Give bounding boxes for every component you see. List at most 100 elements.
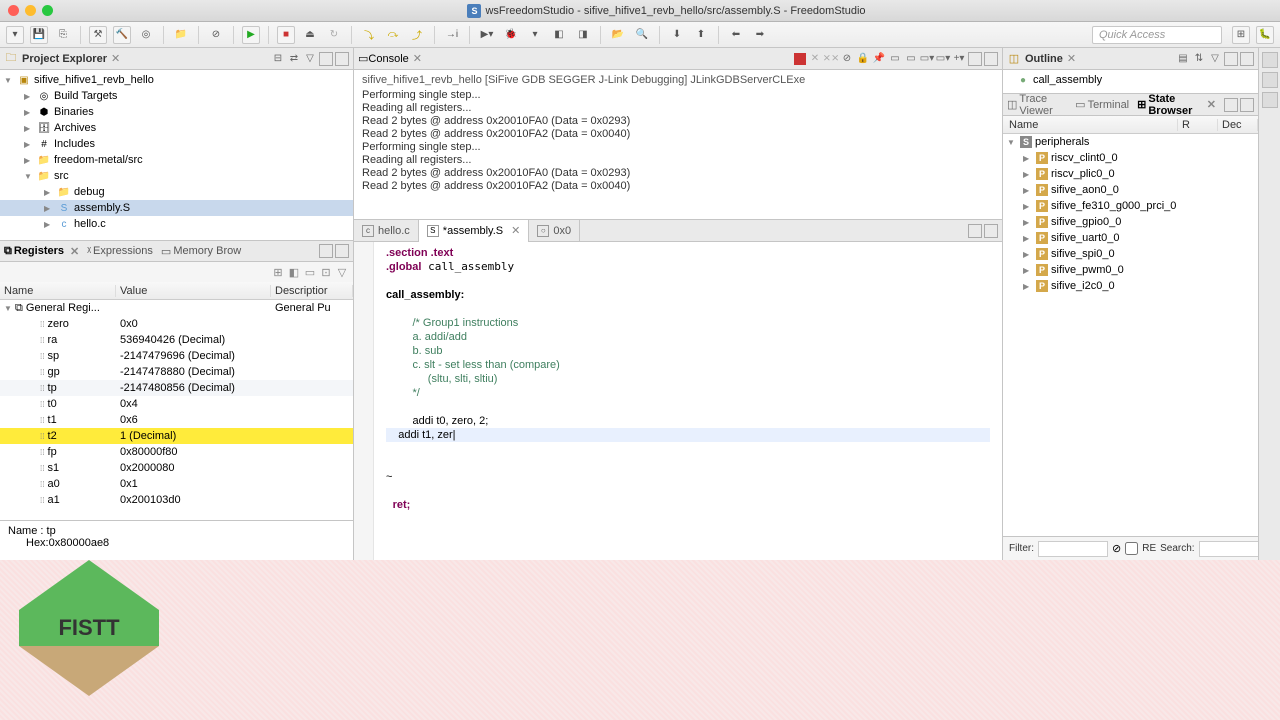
- re-checkbox[interactable]: [1125, 542, 1138, 555]
- project-tree[interactable]: ▼▣sifive_hifive1_revb_hello ▶◎Build Targ…: [0, 70, 353, 240]
- disconnect-button[interactable]: ⏏: [301, 26, 319, 44]
- maximize-editor-icon[interactable]: [984, 224, 998, 238]
- terminate-button[interactable]: ■: [277, 26, 295, 44]
- remove-launch-icon[interactable]: ✕: [808, 52, 822, 66]
- code-editor[interactable]: .section .text .global call_assembly cal…: [354, 242, 1002, 560]
- reg-tool-icon[interactable]: ◧: [287, 265, 301, 279]
- filter-clear-icon[interactable]: ⊘: [1112, 542, 1121, 555]
- close-window-button[interactable]: [8, 5, 19, 16]
- close-tab-icon[interactable]: ✕: [1207, 98, 1216, 111]
- registers-table[interactable]: Name Value Descriptior ▼ ⧉ General Regi.…: [0, 282, 353, 520]
- outline-item[interactable]: ●call_assembly: [1005, 72, 1256, 88]
- new-button[interactable]: ▾: [6, 26, 24, 44]
- console-output[interactable]: sifive_hifive1_revb_hello [SiFive GDB SE…: [354, 70, 1002, 219]
- outline-sort-icon[interactable]: ⇅: [1192, 52, 1206, 66]
- close-tab-icon[interactable]: ✕: [413, 52, 422, 65]
- console-opt-icon[interactable]: ▭: [904, 52, 918, 66]
- peripheral-row[interactable]: ▶Priscv_clint0_0: [1003, 150, 1258, 166]
- terminate-console-button[interactable]: [794, 53, 806, 65]
- register-row[interactable]: ⁞⁞ ra536940426 (Decimal): [0, 332, 353, 348]
- restart-button[interactable]: ↻: [325, 26, 343, 44]
- register-row[interactable]: ⁞⁞ t00x4: [0, 396, 353, 412]
- close-view-icon[interactable]: ✕: [111, 52, 120, 65]
- clear-console-icon[interactable]: ⊘: [840, 52, 854, 66]
- tree-item[interactable]: Binaries: [54, 106, 94, 118]
- quick-access-input[interactable]: Quick Access: [1092, 26, 1222, 44]
- minimize-view-icon[interactable]: [968, 52, 982, 66]
- minimize-editor-icon[interactable]: [968, 224, 982, 238]
- peripheral-row[interactable]: ▶Priscv_plic0_0: [1003, 166, 1258, 182]
- minimize-window-button[interactable]: [25, 5, 36, 16]
- trim-button[interactable]: [1262, 52, 1278, 68]
- step-return-button[interactable]: ⤴: [408, 26, 426, 44]
- col-dec[interactable]: Dec: [1218, 119, 1258, 131]
- peripheral-row[interactable]: ▶Psifive_gpio0_0: [1003, 214, 1258, 230]
- folder-button[interactable]: 📁: [172, 26, 190, 44]
- col-r[interactable]: R: [1178, 119, 1218, 131]
- register-row[interactable]: ⁞⁞ a10x200103d0: [0, 492, 353, 508]
- register-row[interactable]: ⁞⁞ gp-2147478880 (Decimal): [0, 364, 353, 380]
- close-tab-icon[interactable]: ✕: [70, 245, 79, 258]
- trim-button[interactable]: [1262, 72, 1278, 88]
- register-row[interactable]: ⁞⁞ fp0x80000f80: [0, 444, 353, 460]
- step-into-button[interactable]: ⤵: [360, 26, 378, 44]
- register-row[interactable]: ⁞⁞ t21 (Decimal): [0, 428, 353, 444]
- resume-button[interactable]: ▶: [242, 26, 260, 44]
- collapse-all-icon[interactable]: ⊟: [271, 52, 285, 66]
- tree-item[interactable]: Includes: [54, 138, 95, 150]
- state-browser-tab[interactable]: ⊞State Browser✕: [1137, 93, 1216, 117]
- editor-tab-assembly[interactable]: S*assembly.S✕: [419, 220, 530, 242]
- col-name[interactable]: Name: [1003, 119, 1178, 131]
- view-menu-icon[interactable]: ▽: [303, 52, 317, 66]
- peripheral-row[interactable]: ▶Psifive_pwm0_0: [1003, 262, 1258, 278]
- state-root[interactable]: ▼Speripherals: [1003, 134, 1258, 150]
- maximize-view-icon[interactable]: [335, 244, 349, 258]
- minimize-view-icon[interactable]: [1224, 52, 1238, 66]
- tree-item[interactable]: debug: [74, 186, 105, 198]
- registers-tab[interactable]: ⧉Registers✕: [4, 245, 79, 258]
- editor-tab-hello[interactable]: chello.c: [354, 220, 419, 242]
- col-name[interactable]: Name: [0, 285, 116, 297]
- tree-assembly-file[interactable]: assembly.S: [74, 202, 130, 214]
- view-menu-icon[interactable]: ▽: [1208, 52, 1222, 66]
- register-row[interactable]: ⁞⁞ s10x2000080: [0, 460, 353, 476]
- tree-project-root[interactable]: sifive_hifive1_revb_hello: [34, 74, 154, 86]
- pin-console-icon[interactable]: 📌: [872, 52, 886, 66]
- register-row[interactable]: ⁞⁞ sp-2147479696 (Decimal): [0, 348, 353, 364]
- peripheral-row[interactable]: ▶Psifive_spi0_0: [1003, 246, 1258, 262]
- reg-tool-icon[interactable]: ⊞: [271, 265, 285, 279]
- hammer-button[interactable]: 🔨: [113, 26, 131, 44]
- tree-item[interactable]: Build Targets: [54, 90, 117, 102]
- open-type-button[interactable]: 📂: [609, 26, 627, 44]
- tree-src-folder[interactable]: src: [54, 170, 69, 182]
- perspective-button[interactable]: ⊞: [1232, 26, 1250, 44]
- maximize-view-icon[interactable]: [984, 52, 998, 66]
- new-console-icon[interactable]: +▾: [952, 52, 966, 66]
- peripheral-row[interactable]: ▶Psifive_i2c0_0: [1003, 278, 1258, 294]
- display-console-icon[interactable]: ▭▾: [920, 52, 934, 66]
- build-button[interactable]: ⚒: [89, 26, 107, 44]
- editor-tab-0x0[interactable]: ○0x0: [529, 220, 580, 242]
- memory-tab[interactable]: ▭Memory Brow: [161, 245, 241, 258]
- trim-button[interactable]: [1262, 92, 1278, 108]
- close-tab-icon[interactable]: ✕: [511, 224, 520, 237]
- minimize-view-icon[interactable]: [319, 52, 333, 66]
- maximize-view-icon[interactable]: [1240, 98, 1254, 112]
- save-button[interactable]: 💾: [30, 26, 48, 44]
- reg-tool-icon[interactable]: ⊡: [319, 265, 333, 279]
- maximize-window-button[interactable]: [42, 5, 53, 16]
- trace-viewer-tab[interactable]: ◫Trace Viewer: [1007, 93, 1067, 117]
- tree-hello-file[interactable]: hello.c: [74, 218, 106, 230]
- outline-opt-icon[interactable]: ▤: [1176, 52, 1190, 66]
- ext-tools-button[interactable]: ▾: [526, 26, 544, 44]
- profile-button[interactable]: ◧: [550, 26, 568, 44]
- maximize-view-icon[interactable]: [1240, 52, 1254, 66]
- back-button[interactable]: ⬅: [727, 26, 745, 44]
- reg-tool-icon[interactable]: ▽: [335, 265, 349, 279]
- register-row[interactable]: ⁞⁞ t10x6: [0, 412, 353, 428]
- scroll-lock-icon[interactable]: 🔒: [856, 52, 870, 66]
- col-value[interactable]: Value: [116, 285, 271, 297]
- expressions-tab[interactable]: ᵡExpressions: [87, 245, 153, 257]
- filter-input[interactable]: [1038, 541, 1108, 557]
- debug-perspective-button[interactable]: 🐛: [1256, 26, 1274, 44]
